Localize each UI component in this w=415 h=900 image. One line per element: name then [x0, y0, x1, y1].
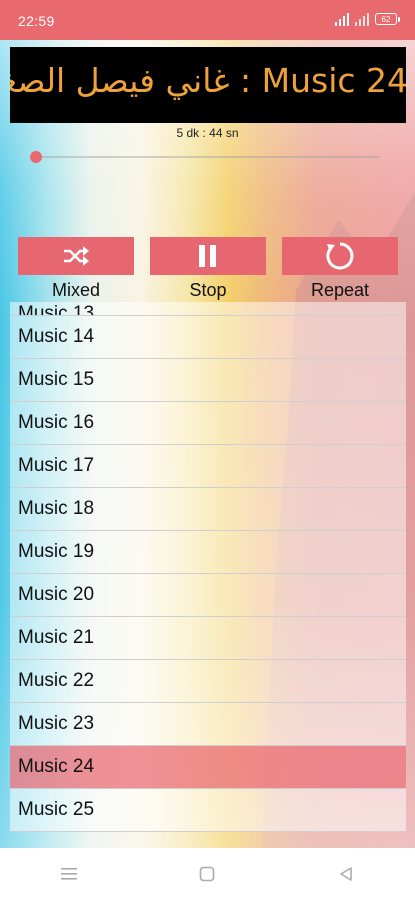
list-item[interactable]: Music 15 — [10, 359, 406, 402]
list-item[interactable]: Music 13 — [10, 302, 406, 316]
repeat-button[interactable] — [282, 237, 398, 275]
list-item[interactable]: Music 19 — [10, 531, 406, 574]
list-item-label: Music 21 — [18, 627, 95, 648]
signal-icon — [335, 12, 349, 26]
list-item-label: Music 23 — [18, 713, 95, 734]
list-item[interactable]: Music 21 — [10, 617, 406, 660]
repeat-icon — [326, 242, 354, 270]
list-item[interactable]: Music 18 — [10, 488, 406, 531]
signal-icon — [355, 12, 369, 26]
status-bar: 22:59 62 — [0, 0, 415, 40]
list-item[interactable]: Music 25 — [10, 789, 406, 832]
playlist[interactable]: Music 13 Music 14 Music 15 Music 16 Music 1… — [10, 302, 406, 848]
home-square-icon — [200, 866, 215, 882]
mixed-button[interactable] — [18, 237, 134, 275]
pause-icon — [199, 245, 216, 267]
list-item-label: Music 17 — [18, 455, 95, 476]
battery-icon: 62 — [375, 13, 400, 25]
list-item[interactable]: Music 24 — [10, 746, 406, 789]
list-item[interactable]: Music 16 — [10, 402, 406, 445]
back-triangle-icon — [340, 867, 352, 881]
list-item[interactable]: Music 20 — [10, 574, 406, 617]
list-item-label: Music 22 — [18, 670, 95, 691]
list-item[interactable]: Music 17 — [10, 445, 406, 488]
seek-bar[interactable] — [30, 151, 380, 163]
list-item-label: Music 16 — [18, 412, 95, 433]
home-button[interactable] — [157, 866, 257, 882]
status-time: 22:59 — [18, 13, 55, 29]
back-button[interactable] — [296, 866, 396, 882]
now-playing-title: غاني فيصل الصغير : Music 24 — [10, 61, 406, 100]
now-playing-banner: غاني فيصل الصغير : Music 24 — [10, 47, 406, 123]
stop-button[interactable] — [150, 237, 266, 275]
list-item-label: Music 25 — [18, 799, 95, 820]
list-item-label: Music 13 — [18, 303, 95, 316]
menu-icon — [61, 868, 78, 880]
list-item-label: Music 19 — [18, 541, 95, 562]
shuffle-icon — [64, 246, 89, 266]
seek-bar-thumb[interactable] — [30, 151, 42, 163]
mixed-label: Mixed — [51, 280, 100, 300]
list-item-label: Music 24 — [18, 756, 95, 777]
list-item[interactable]: Music 23 — [10, 703, 406, 746]
stop-label: Stop — [189, 280, 227, 300]
menu-button[interactable] — [19, 867, 119, 881]
list-item-label: Music 15 — [18, 369, 95, 390]
list-item-label: Music 20 — [18, 584, 95, 605]
repeat-label: Repeat — [310, 280, 370, 300]
track-duration: 5 dk : 44 sn — [176, 126, 239, 140]
list-item-label: Music 14 — [18, 326, 95, 347]
list-item[interactable]: Music 14 — [10, 316, 406, 359]
list-item[interactable]: Music 22 — [10, 660, 406, 703]
status-icons: 62 — [335, 12, 400, 26]
navigation-bar — [0, 848, 415, 900]
list-item-label: Music 18 — [18, 498, 95, 519]
